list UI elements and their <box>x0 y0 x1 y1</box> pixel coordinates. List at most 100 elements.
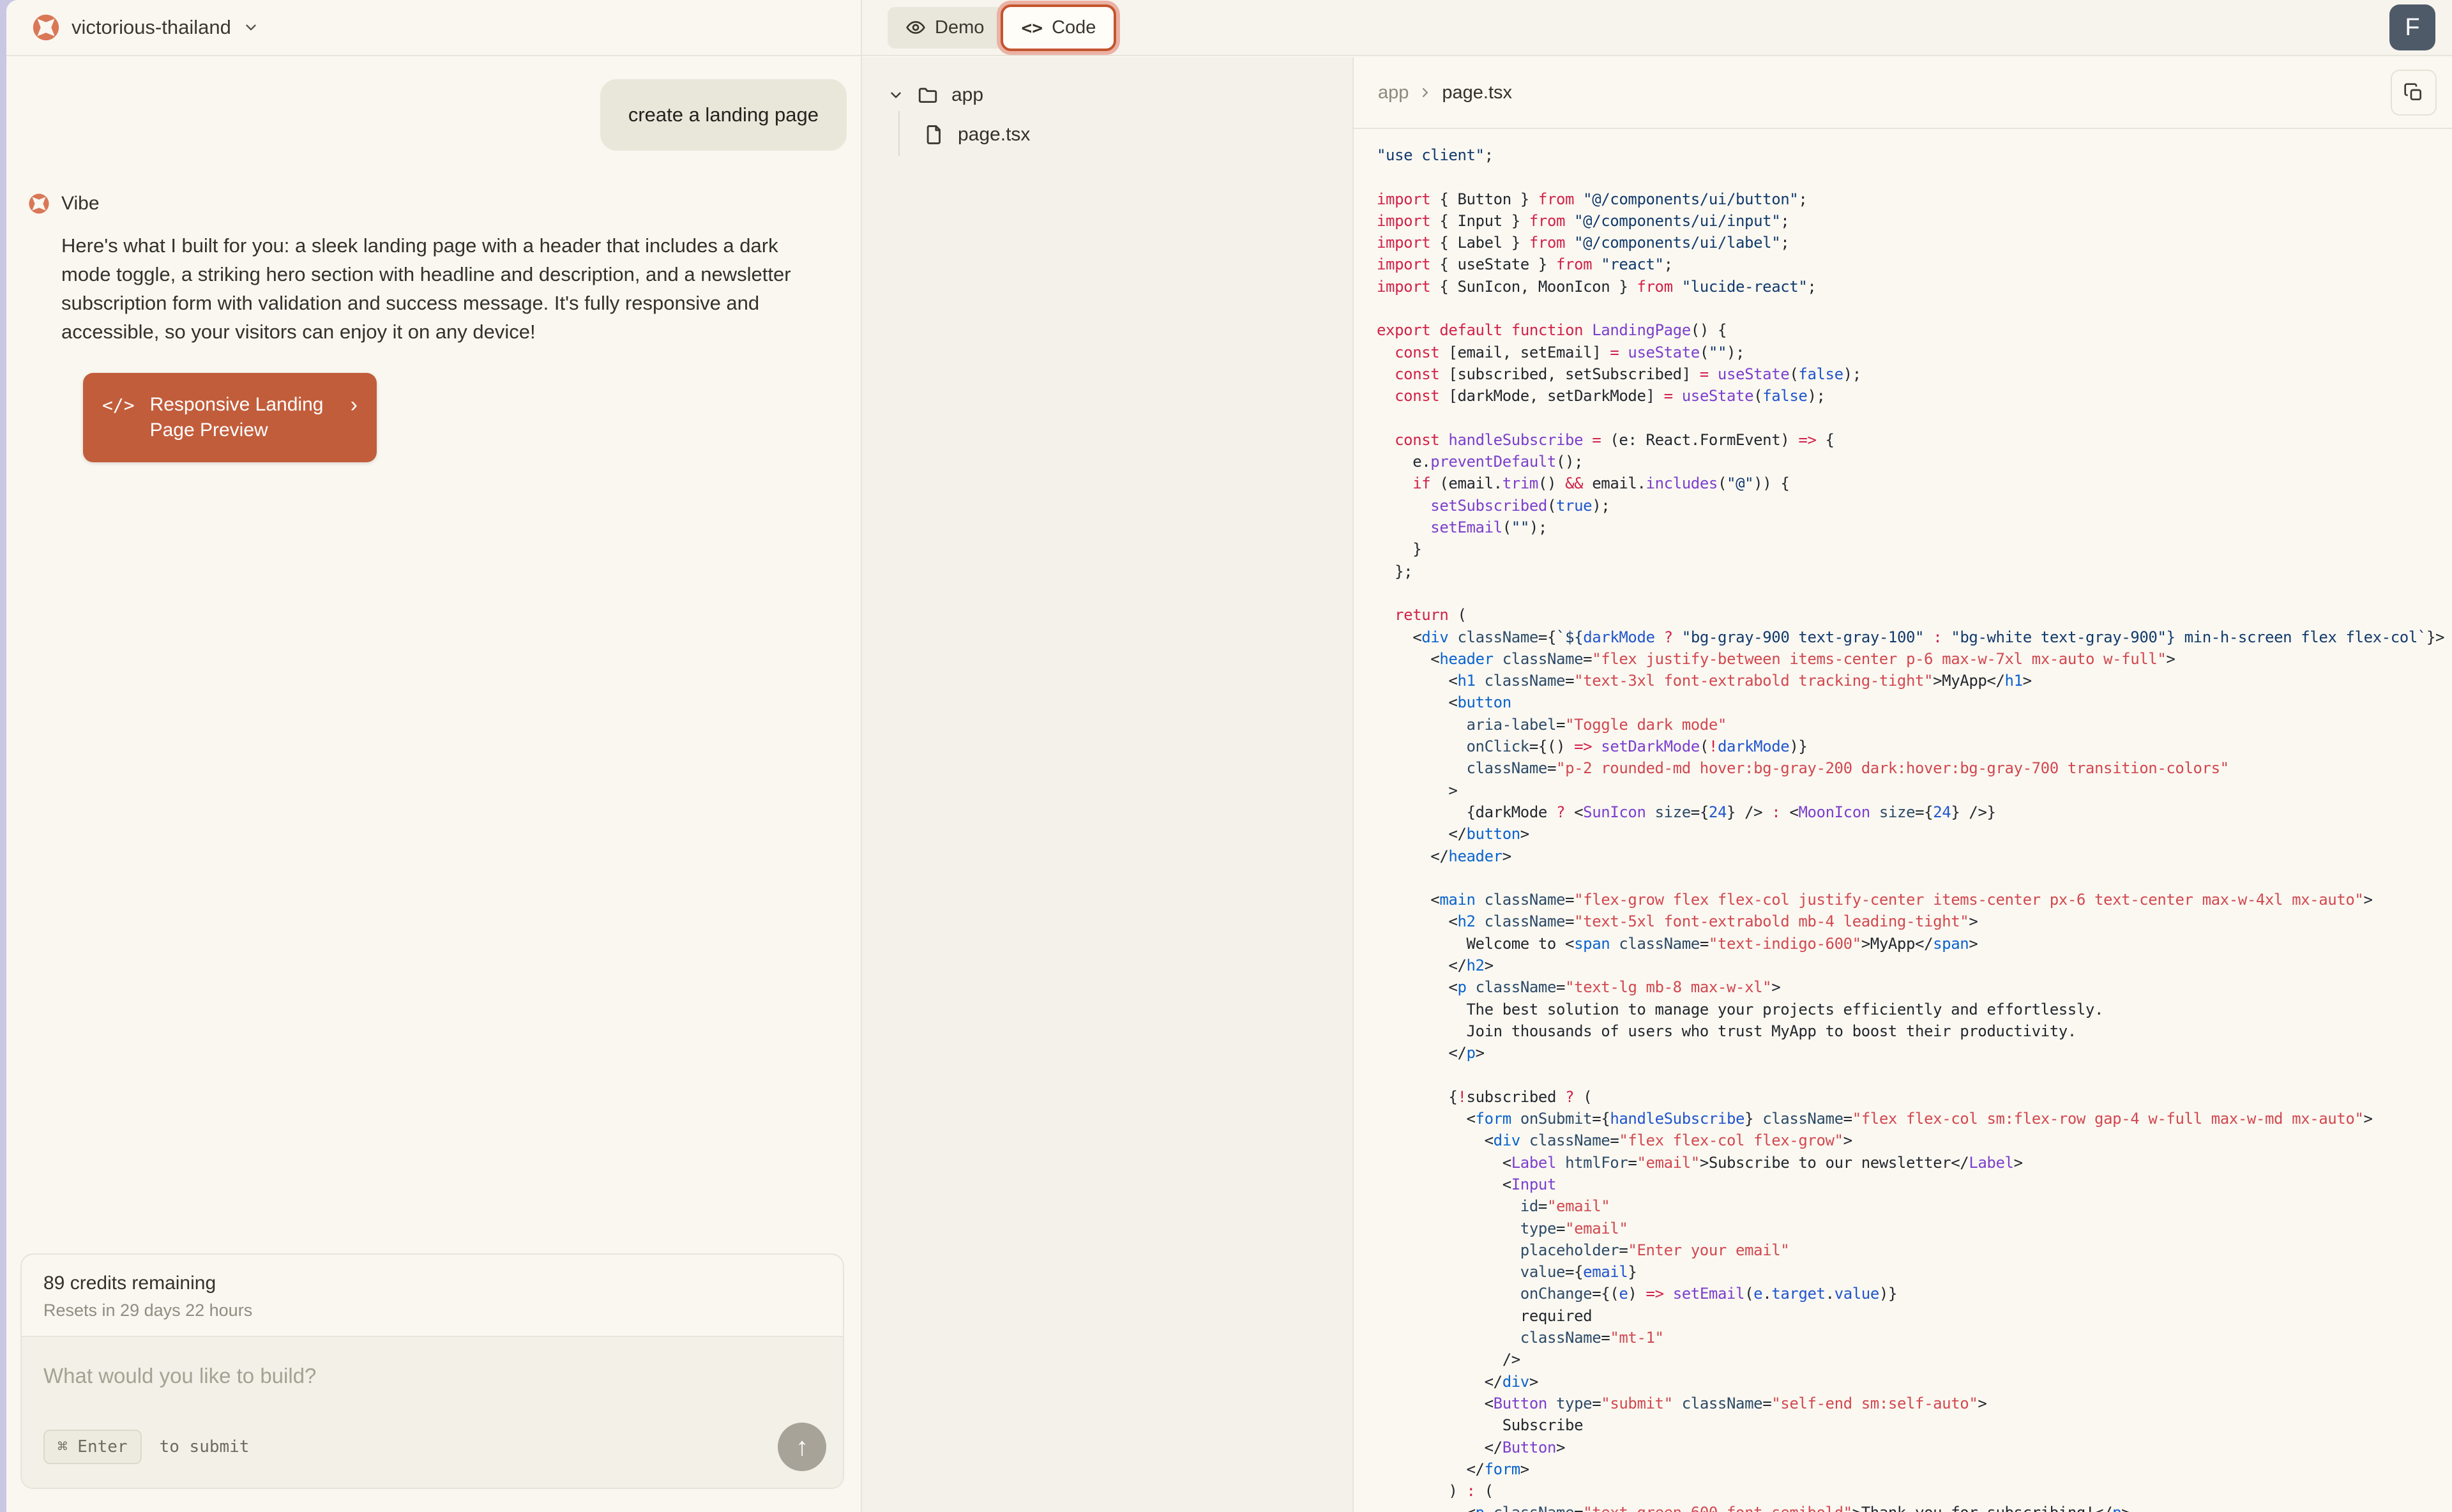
tab-demo[interactable]: Demo <box>888 7 1012 49</box>
copy-code-button[interactable] <box>2391 70 2437 116</box>
code-line: <h2 className="text-5xl font-extrabold m… <box>1377 911 2452 932</box>
code-line: required <box>1377 1305 2452 1327</box>
folder-icon <box>917 84 939 106</box>
code-line: value={email} <box>1377 1261 2452 1283</box>
code-line: const handleSubscribe = (e: React.FormEv… <box>1377 429 2452 451</box>
tab-code-label: Code <box>1052 17 1096 38</box>
code-line: import { Button } from "@/components/ui/… <box>1377 188 2452 210</box>
user-avatar[interactable]: F <box>2389 4 2435 50</box>
code-line: import { Input } from "@/components/ui/i… <box>1377 210 2452 232</box>
code-line: {!subscribed ? ( <box>1377 1086 2452 1108</box>
breadcrumb-dir[interactable]: app <box>1378 82 1409 103</box>
code-line: <div className={`${darkMode ? "bg-gray-9… <box>1377 626 2452 648</box>
file-tree-panel: app page.tsx <box>862 57 1354 1512</box>
workspace-topbar: Demo <> Code F <box>862 0 2452 56</box>
code-line: <Button type="submit" className="self-en… <box>1377 1393 2452 1414</box>
code-line: if (email.trim() && email.includes("@"))… <box>1377 472 2452 494</box>
code-line: className="mt-1" <box>1377 1327 2452 1349</box>
code-line <box>1377 582 2452 604</box>
app-window: victorious-thailand create a landing pag… <box>6 0 2452 1512</box>
code-line: </form> <box>1377 1458 2452 1480</box>
code-line: const [email, setEmail] = useState(""); <box>1377 342 2452 363</box>
tree-indent-guide <box>898 111 900 156</box>
code-line: The best solution to manage your project… <box>1377 999 2452 1020</box>
chat-message-list[interactable]: create a landing page Vibe Here's what I… <box>6 57 861 1257</box>
credits-remaining: 89 credits remaining <box>43 1273 821 1294</box>
code-editor-panel: app page.tsx "use client"; import { Butt… <box>1354 57 2452 1512</box>
workspace-region: Demo <> Code F app page.tsx <box>862 0 2452 1512</box>
breadcrumb: app page.tsx <box>1354 57 2452 129</box>
tree-folder-app[interactable]: app <box>862 75 1352 115</box>
tree-file-page-tsx[interactable]: page.tsx <box>862 115 1352 155</box>
code-line: Subscribe <box>1377 1414 2452 1436</box>
code-line: </button> <box>1377 823 2452 845</box>
code-scroll-area[interactable]: "use client"; import { Button } from "@/… <box>1354 130 2452 1512</box>
code-line: const [darkMode, setDarkMode] = useState… <box>1377 385 2452 407</box>
code-line: type="email" <box>1377 1218 2452 1239</box>
code-line: }; <box>1377 561 2452 582</box>
code-line: import { Label } from "@/components/ui/l… <box>1377 232 2452 253</box>
kbd-cmd-enter: ⌘ Enter <box>43 1430 142 1464</box>
code-line: ) : ( <box>1377 1480 2452 1502</box>
assistant-message: Vibe Here's what I built for you: a slee… <box>6 193 861 462</box>
code-line <box>1377 298 2452 319</box>
code-line: </div> <box>1377 1371 2452 1393</box>
code-line: <p className="text-green-600 font-semibo… <box>1377 1502 2452 1512</box>
project-name[interactable]: victorious-thailand <box>72 16 231 39</box>
tree-file-label: page.tsx <box>958 124 1030 146</box>
code-line: e.preventDefault(); <box>1377 451 2452 472</box>
prompt-placeholder: What would you like to build? <box>43 1364 316 1388</box>
chevron-down-icon[interactable] <box>243 19 259 36</box>
tree-folder-label: app <box>951 84 983 106</box>
artifact-preview-button[interactable]: </> Responsive Landing Page Preview › <box>83 373 377 462</box>
submit-hint: to submit <box>160 1437 250 1456</box>
code-line <box>1377 166 2452 188</box>
chevron-right-icon: › <box>351 392 358 418</box>
code-line <box>1377 1064 2452 1085</box>
code-line: "use client"; <box>1377 144 2452 166</box>
code-line: </h2> <box>1377 955 2452 976</box>
code-line: <form onSubmit={handleSubscribe} classNa… <box>1377 1108 2452 1130</box>
code-line: </header> <box>1377 845 2452 867</box>
artifact-title: Responsive Landing Page Preview <box>150 392 335 443</box>
chat-panel: victorious-thailand create a landing pag… <box>6 0 862 1512</box>
code-line: > <box>1377 780 2452 801</box>
code-line: export default function LandingPage() { <box>1377 319 2452 341</box>
code-line: Welcome to <span className="text-indigo-… <box>1377 933 2452 955</box>
chevron-right-icon <box>1418 85 1433 100</box>
code-brackets-icon: <> <box>1021 17 1043 38</box>
eye-icon <box>905 17 926 38</box>
code-line: setSubscribed(true); <box>1377 495 2452 517</box>
code-tag-icon: </> <box>102 395 135 416</box>
breadcrumb-file[interactable]: page.tsx <box>1442 82 1512 103</box>
prompt-input[interactable]: What would you like to build? ⌘ Enter to… <box>22 1336 843 1488</box>
tab-demo-label: Demo <box>935 17 984 38</box>
vibe-avatar-icon <box>28 193 50 215</box>
tab-code[interactable]: <> Code <box>1001 4 1116 51</box>
code-line: className="p-2 rounded-md hover:bg-gray-… <box>1377 757 2452 779</box>
assistant-text: Here's what I built for you: a sleek lan… <box>61 231 806 346</box>
assistant-name: Vibe <box>61 193 100 215</box>
code-line: onClick={() => setDarkMode(!darkMode)} <box>1377 736 2452 757</box>
send-button[interactable]: ↑ <box>778 1423 826 1471</box>
code-line: <p className="text-lg mb-8 max-w-xl"> <box>1377 976 2452 998</box>
code-line: </p> <box>1377 1042 2452 1064</box>
code-line: <h1 className="text-3xl font-extrabold t… <box>1377 670 2452 692</box>
code-block: "use client"; import { Button } from "@/… <box>1377 144 2452 1512</box>
code-line: <Label htmlFor="email">Subscribe to our … <box>1377 1152 2452 1174</box>
code-line: placeholder="Enter your email" <box>1377 1239 2452 1261</box>
copy-icon <box>2403 82 2424 103</box>
code-line: {darkMode ? <SunIcon size={24} /> : <Moo… <box>1377 801 2452 823</box>
code-line <box>1377 867 2452 889</box>
code-line: <div className="flex flex-col flex-grow"… <box>1377 1130 2452 1151</box>
code-line: setEmail(""); <box>1377 517 2452 538</box>
file-icon <box>923 124 945 146</box>
user-message-bubble: create a landing page <box>600 79 847 151</box>
code-line: <header className="flex justify-between … <box>1377 648 2452 670</box>
code-line: return ( <box>1377 604 2452 626</box>
code-line: Join thousands of users who trust MyApp … <box>1377 1020 2452 1042</box>
code-line: onChange={(e) => setEmail(e.target.value… <box>1377 1283 2452 1304</box>
code-line: } <box>1377 538 2452 560</box>
code-line: <main className="flex-grow flex flex-col… <box>1377 889 2452 911</box>
credits-reset-info: Resets in 29 days 22 hours <box>43 1301 821 1320</box>
